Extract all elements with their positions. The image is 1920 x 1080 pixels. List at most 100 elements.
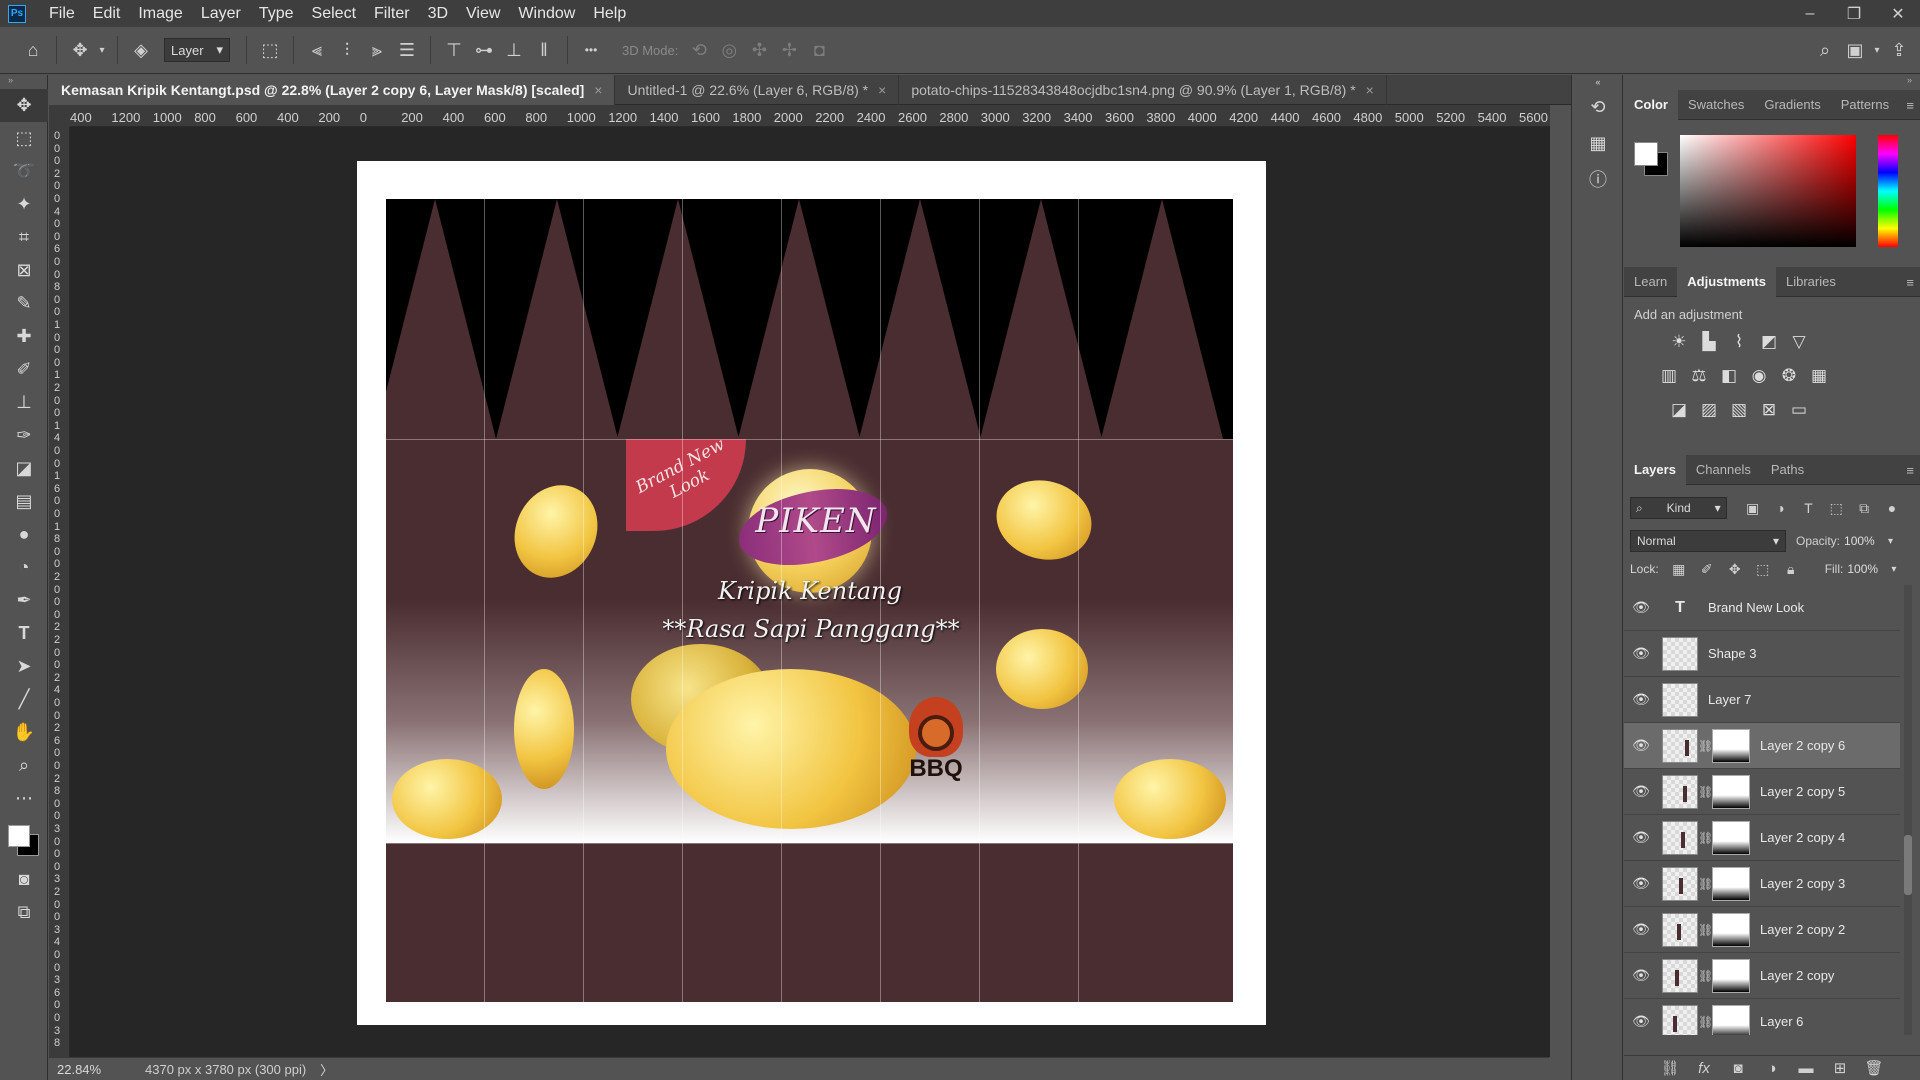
layer-name[interactable]: Brand New Look [1708, 600, 1804, 615]
layer-mask-thumbnail[interactable] [1712, 1004, 1750, 1035]
align-bottom-icon[interactable]: ⊥ [499, 35, 529, 65]
visibility-eye-icon[interactable]: 👁︎ [1624, 967, 1658, 984]
add-mask-icon[interactable]: ◙ [1721, 1060, 1755, 1077]
lock-pixels-icon[interactable]: ✐ [1693, 561, 1721, 578]
tab-adjustments[interactable]: Adjustments [1677, 266, 1776, 297]
canvas-area[interactable]: Brand New Look PIKEN Kripik Kentang **Ra… [70, 127, 1550, 1057]
panel-menu-icon[interactable]: ≡ [1906, 463, 1914, 478]
tab-untitled-document[interactable]: Untitled-1 @ 22.6% (Layer 6, RGB/8) * × [615, 75, 900, 105]
chevron-down-icon[interactable]: ▾ [1870, 35, 1884, 65]
layer-mask-thumbnail[interactable] [1712, 774, 1750, 809]
tab-potato-chips-document[interactable]: potato-chips-11528343848ocjdbc1sn4.png @… [899, 75, 1387, 105]
layer-name[interactable]: Layer 2 copy 6 [1760, 738, 1845, 753]
visibility-eye-icon[interactable]: 👁︎ [1624, 691, 1658, 708]
align-right-icon[interactable]: ⫸ [362, 35, 392, 65]
layer-row[interactable]: 👁︎ Layer 7 [1624, 677, 1900, 723]
distribute-horizontal-icon[interactable]: ‖ [529, 35, 559, 65]
layer-row[interactable]: 👁︎ ⛓ Layer 2 copy 5 [1624, 769, 1900, 815]
layer-name[interactable]: Layer 7 [1708, 692, 1751, 707]
layer-row[interactable]: 👁︎ ⛓ Layer 2 copy 2 [1624, 907, 1900, 953]
info-icon[interactable]: ⓘ [1572, 161, 1624, 197]
move-tool-icon[interactable]: ✥ [65, 35, 95, 65]
eraser-tool-icon[interactable]: ◪ [0, 452, 48, 485]
restore-button[interactable]: ❐ [1832, 0, 1876, 27]
frame-tool-icon[interactable]: ⊠ [0, 254, 48, 287]
align-center-horizontal-icon[interactable]: ⫶ [332, 35, 362, 65]
layer-row[interactable]: 👁︎ ⛓ Layer 2 copy [1624, 953, 1900, 999]
layer-row[interactable]: 👁︎ ⛓ Layer 2 copy 4 [1624, 815, 1900, 861]
close-icon[interactable]: × [594, 82, 602, 98]
lock-transparency-icon[interactable]: ▦ [1665, 561, 1693, 578]
opacity-field[interactable]: 100% [1844, 531, 1888, 551]
layer-row[interactable]: 👁︎ ⛓ Layer 6 [1624, 999, 1900, 1035]
tab-channels[interactable]: Channels [1686, 455, 1761, 485]
roll-3d-icon[interactable]: ◎ [714, 35, 744, 65]
layer-thumbnail[interactable] [1662, 636, 1698, 671]
vertical-ruler[interactable]: 0002004006008001000120014001600180020002… [49, 127, 70, 1062]
new-group-icon[interactable]: ▬ [1789, 1060, 1823, 1077]
camera-3d-icon[interactable]: ◘ [804, 35, 834, 65]
brush-tool-icon[interactable]: ✐ [0, 353, 48, 386]
visibility-eye-icon[interactable]: 👁︎ [1624, 829, 1658, 846]
slide-3d-icon[interactable]: ✢ [774, 35, 804, 65]
color-picker-field[interactable] [1680, 135, 1856, 247]
properties-panel-icon[interactable]: ▦ [1572, 125, 1624, 161]
layer-name[interactable]: Layer 2 copy 2 [1760, 922, 1845, 937]
move-tool-icon[interactable]: ✥ [0, 89, 48, 122]
visibility-eye-icon[interactable]: 👁︎ [1624, 1013, 1658, 1030]
gradient-tool-icon[interactable]: ▤ [0, 485, 48, 518]
mask-link-icon[interactable]: ⛓ [1698, 831, 1713, 845]
close-icon[interactable]: × [1366, 82, 1374, 98]
menu-file[interactable]: File [40, 0, 84, 27]
search-icon[interactable]: ⌕ [1810, 35, 1840, 65]
selective-color-icon[interactable]: ⊠ [1754, 397, 1784, 423]
status-menu-arrow-icon[interactable]: 〉 [320, 1060, 333, 1079]
link-layers-icon[interactable]: ⛓ [1653, 1059, 1687, 1077]
layer-thumbnail[interactable] [1662, 912, 1698, 947]
close-button[interactable]: ✕ [1876, 0, 1920, 27]
magic-wand-tool-icon[interactable]: ✦ [0, 188, 48, 221]
scrollbar-thumb[interactable] [1904, 835, 1912, 895]
hand-tool-icon[interactable]: ✋ [0, 716, 48, 749]
fill-field[interactable]: 100% [1847, 559, 1891, 579]
layer-name[interactable]: Layer 2 copy 5 [1760, 784, 1845, 799]
layer-style-icon[interactable]: fx [1687, 1060, 1721, 1077]
line-tool-icon[interactable]: ╱ [0, 683, 48, 716]
minimize-button[interactable]: – [1788, 0, 1832, 27]
channel-mixer-icon[interactable]: ❂ [1774, 363, 1804, 389]
tab-patterns[interactable]: Patterns [1831, 90, 1899, 120]
threshold-icon[interactable]: ▧ [1724, 397, 1754, 423]
mask-link-icon[interactable]: ⛓ [1698, 969, 1713, 983]
blend-mode-dropdown[interactable]: Normal ▾ [1630, 530, 1786, 552]
gradient-map-icon[interactable]: ▭ [1784, 397, 1814, 423]
collapse-icon[interactable]: » [0, 75, 47, 89]
tab-kemasan-document[interactable]: Kemasan Kripik Kentangt.psd @ 22.8% (Lay… [49, 75, 616, 105]
pen-tool-icon[interactable]: ✒ [0, 584, 48, 617]
adjustment-layer-icon[interactable]: ◑ [1755, 1060, 1789, 1077]
layer-thumbnail[interactable] [1662, 866, 1698, 901]
layer-row[interactable]: 👁︎ T Brand New Look [1624, 585, 1900, 631]
zoom-level[interactable]: 22.84% [49, 1062, 131, 1077]
mask-link-icon[interactable]: ⛓ [1698, 739, 1713, 753]
hue-saturation-icon[interactable]: ▥ [1654, 363, 1684, 389]
layers-scrollbar[interactable] [1904, 585, 1912, 1035]
layer-row[interactable]: 👁︎ Shape 3 [1624, 631, 1900, 677]
more-options-icon[interactable]: ••• [576, 35, 606, 65]
dodge-tool-icon[interactable]: ◔ [0, 551, 48, 584]
panel-menu-icon[interactable]: ≡ [1906, 98, 1914, 113]
menu-view[interactable]: View [457, 0, 509, 27]
layer-thumbnail[interactable] [1662, 774, 1698, 809]
orbit-3d-icon[interactable]: ⟲ [684, 35, 714, 65]
close-icon[interactable]: × [878, 82, 886, 98]
layer-mask-thumbnail[interactable] [1712, 958, 1750, 993]
layer-name[interactable]: Layer 2 copy [1760, 968, 1834, 983]
foreground-color-swatch[interactable] [1634, 142, 1658, 166]
chevron-down-icon[interactable]: ▾ [95, 35, 109, 65]
mask-link-icon[interactable]: ⛓ [1698, 877, 1713, 891]
filter-toggle-icon[interactable]: ● [1878, 500, 1906, 516]
menu-window[interactable]: Window [509, 0, 584, 27]
layer-mask-thumbnail[interactable] [1712, 866, 1750, 901]
visibility-eye-icon[interactable]: 👁︎ [1624, 921, 1658, 938]
adjustment-filter-icon[interactable]: ◑ [1767, 500, 1795, 516]
mask-link-icon[interactable]: ⛓ [1698, 1015, 1713, 1029]
